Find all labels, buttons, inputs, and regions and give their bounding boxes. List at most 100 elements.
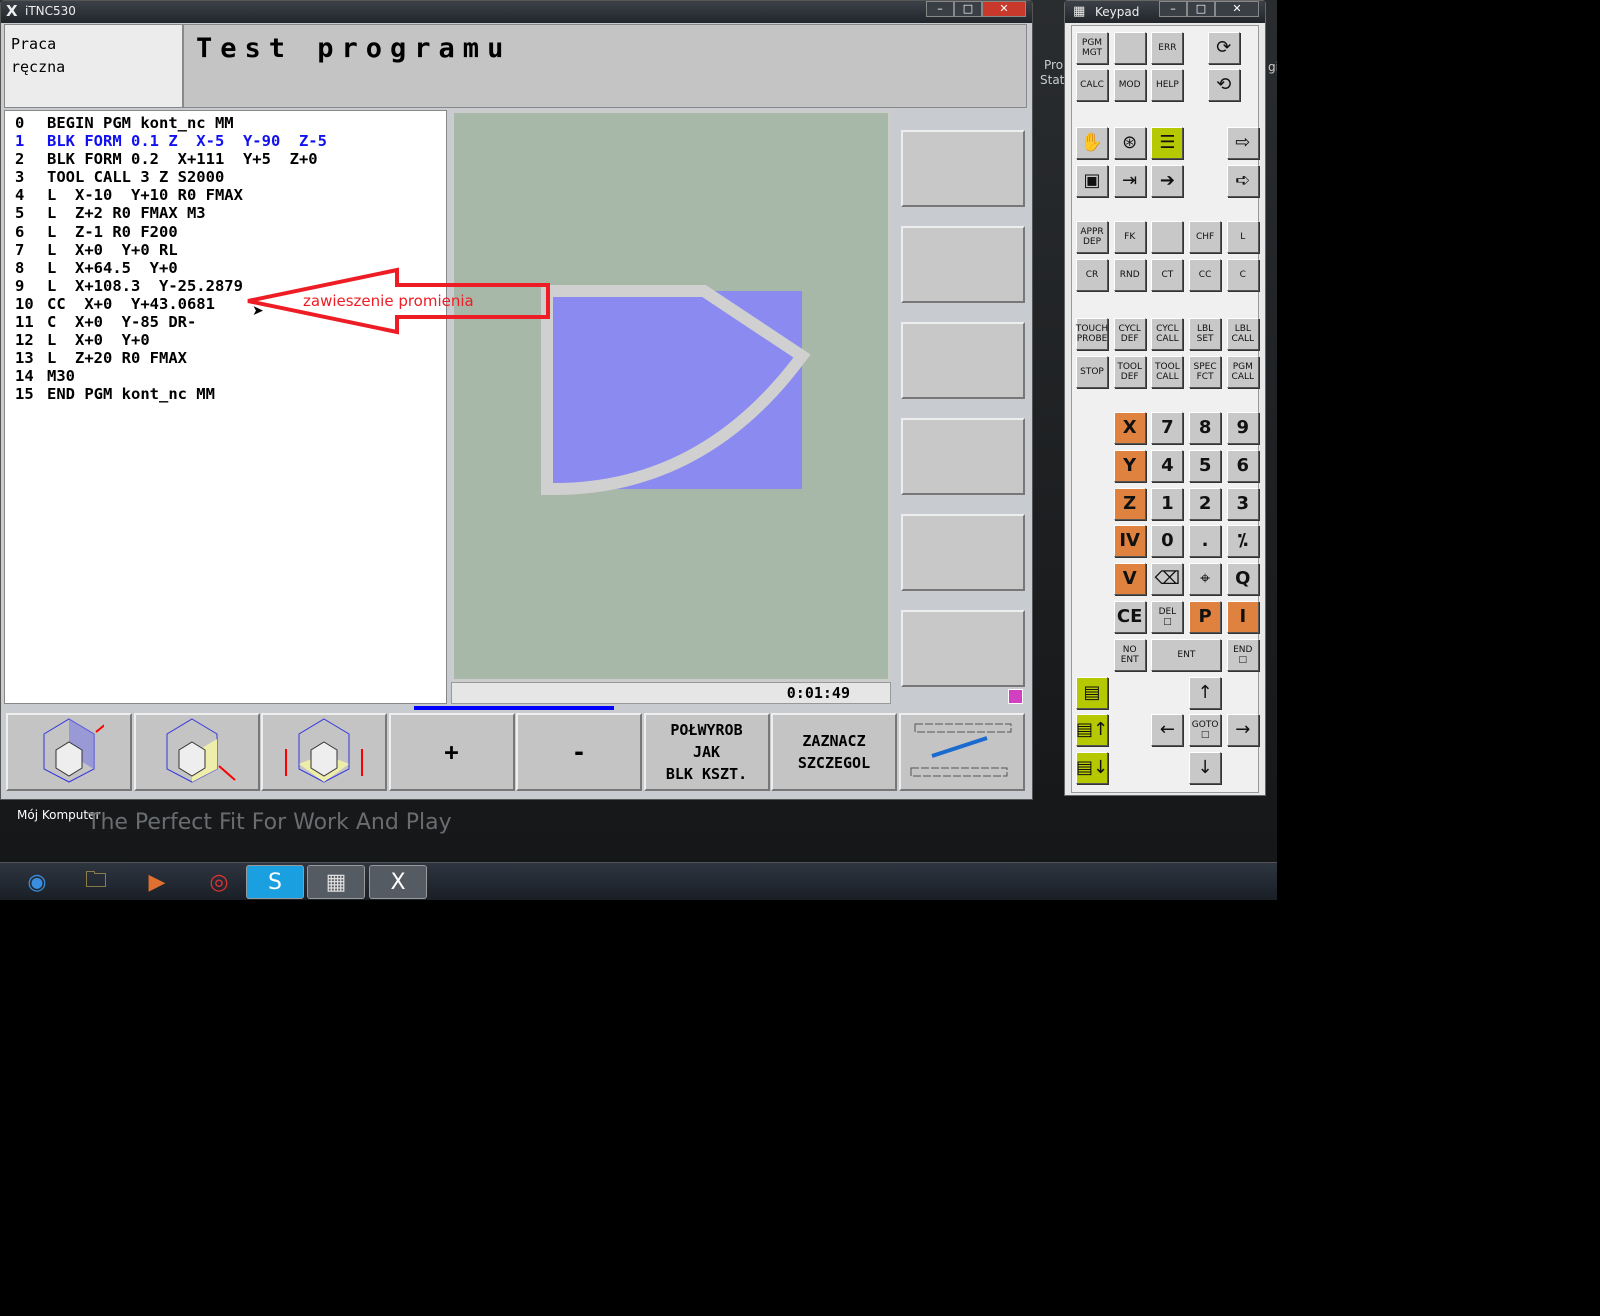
- vertical-softkey-2[interactable]: [901, 226, 1025, 303]
- key-cr[interactable]: CR: [1076, 259, 1108, 291]
- key-pgm-call[interactable]: PGM CALL: [1226, 356, 1259, 388]
- key-arrow-right[interactable]: →: [1226, 714, 1259, 746]
- key-0[interactable]: 0: [1151, 525, 1184, 557]
- key-chf[interactable]: CHF: [1189, 221, 1222, 253]
- program-line[interactable]: 2 BLK FORM 0.2 X+111 Y+5 Z+0: [15, 150, 446, 168]
- key-touch-probe[interactable]: TOUCH PROBE: [1076, 318, 1108, 350]
- key-ent[interactable]: ENT: [1151, 639, 1222, 671]
- key-arrow-down[interactable]: ↓: [1189, 752, 1222, 784]
- key-1[interactable]: 1: [1151, 488, 1184, 520]
- key-iv[interactable]: IV: [1113, 525, 1146, 557]
- program-listing[interactable]: 0 BEGIN PGM kont_nc MM 1 BLK FORM 0.1 Z X-5…: [4, 110, 447, 704]
- vertical-softkey-1[interactable]: [901, 130, 1025, 207]
- key-rnd[interactable]: RND: [1113, 259, 1146, 291]
- key-rotate-screen-alt[interactable]: ⟲: [1207, 69, 1240, 101]
- program-line[interactable]: 4 L X-10 Y+10 R0 FMAX: [15, 186, 446, 204]
- keypad-maximize-button[interactable]: □: [1187, 1, 1215, 17]
- close-button[interactable]: ✕: [982, 1, 1026, 17]
- key-ce[interactable]: CE: [1113, 601, 1146, 633]
- key-cycl-def[interactable]: CYCL DEF: [1113, 318, 1146, 350]
- key-arrow-left[interactable]: ←: [1151, 714, 1184, 746]
- key-fk[interactable]: FK: [1113, 221, 1146, 253]
- key-program-run[interactable]: ☰: [1151, 127, 1184, 159]
- maximize-button[interactable]: □: [954, 1, 982, 17]
- chrome-icon[interactable]: ◎: [190, 865, 248, 899]
- key-full-sequence[interactable]: ⇥: [1113, 165, 1146, 197]
- vertical-softkey-5[interactable]: [901, 514, 1025, 591]
- program-line[interactable]: 0 BEGIN PGM kont_nc MM: [15, 114, 446, 132]
- softkey-switch-icon[interactable]: [1008, 689, 1023, 704]
- key-mod[interactable]: MOD: [1113, 69, 1146, 101]
- key-pgm-mgt[interactable]: PGM MGT: [1076, 32, 1108, 64]
- key-spec-fct[interactable]: SPEC FCT: [1189, 356, 1222, 388]
- key-3[interactable]: 3: [1226, 488, 1259, 520]
- minimize-button[interactable]: –: [926, 1, 954, 17]
- machine-mode[interactable]: Praca ręczna: [4, 24, 183, 108]
- key-cycl-call[interactable]: CYCL CALL: [1151, 318, 1184, 350]
- media-player-icon[interactable]: ▶: [128, 865, 186, 899]
- key-manual-hand[interactable]: ✋: [1076, 127, 1108, 159]
- tnc-app-icon[interactable]: X: [369, 865, 427, 899]
- softkey-button[interactable]: +: [388, 713, 515, 791]
- key-page-down[interactable]: ▤↓: [1076, 752, 1108, 784]
- key-l[interactable]: L: [1226, 221, 1259, 253]
- explorer-icon[interactable]: 🗀: [67, 865, 125, 899]
- key-v[interactable]: V: [1113, 563, 1146, 595]
- key-y[interactable]: Y: [1113, 450, 1146, 482]
- key-stop[interactable]: STOP: [1076, 356, 1108, 388]
- softkey-button[interactable]: ZAZNACZ SZCZEGOL: [771, 713, 897, 791]
- key-4[interactable]: 4: [1151, 450, 1184, 482]
- keypad-title-bar[interactable]: ▦ Keypad – □ ✕: [1065, 1, 1265, 23]
- key-page-up[interactable]: ▤↑: [1076, 714, 1108, 746]
- key-appr-dep[interactable]: APPR DEP: [1076, 221, 1108, 253]
- key-lbl-set[interactable]: LBL SET: [1189, 318, 1222, 350]
- key-screen-layout[interactable]: ▤: [1076, 677, 1108, 709]
- key-blank[interactable]: [1151, 221, 1184, 253]
- key-end-[interactable]: END □: [1226, 639, 1259, 671]
- program-line[interactable]: 6 L Z-1 R0 F200: [15, 223, 446, 241]
- key-goto-[interactable]: GOTO □: [1189, 714, 1222, 746]
- program-line[interactable]: 15 END PGM kont_nc MM: [15, 385, 446, 403]
- key-p[interactable]: P: [1189, 601, 1222, 633]
- keypad-app-icon[interactable]: ▦: [307, 865, 365, 899]
- title-bar[interactable]: X iTNC530 – □ ✕: [1, 1, 1032, 23]
- key-rotate-screen[interactable]: ⟳: [1207, 32, 1240, 64]
- key-actual-position[interactable]: ⌖: [1189, 563, 1222, 595]
- program-line[interactable]: 1 BLK FORM 0.1 Z X-5 Y-90 Z-5: [15, 132, 446, 150]
- key-7[interactable]: 7: [1151, 412, 1184, 444]
- key--[interactable]: .: [1189, 525, 1222, 557]
- key-9[interactable]: 9: [1226, 412, 1259, 444]
- softkey-view-3d-cube-arrows[interactable]: [261, 713, 387, 791]
- key-8[interactable]: 8: [1189, 412, 1222, 444]
- key-i[interactable]: I: [1226, 601, 1259, 633]
- softkey-softkey-bar-switch[interactable]: [898, 713, 1025, 791]
- key-6[interactable]: 6: [1226, 450, 1259, 482]
- key-x[interactable]: X: [1113, 412, 1146, 444]
- key-ct[interactable]: CT: [1151, 259, 1184, 291]
- key-z[interactable]: Z: [1113, 488, 1146, 520]
- key-program-edit[interactable]: ⇨: [1226, 127, 1259, 159]
- key-calc[interactable]: CALC: [1076, 69, 1108, 101]
- key-backspace[interactable]: ⌫: [1151, 563, 1184, 595]
- vertical-softkey-6[interactable]: [901, 610, 1025, 687]
- program-line[interactable]: 3 TOOL CALL 3 Z S2000: [15, 168, 446, 186]
- key-lbl-call[interactable]: LBL CALL: [1226, 318, 1259, 350]
- softkey-view-3d-cube-yellow[interactable]: [133, 713, 260, 791]
- key-q[interactable]: Q: [1226, 563, 1259, 595]
- key-cc[interactable]: CC: [1189, 259, 1222, 291]
- vertical-softkey-3[interactable]: [901, 322, 1025, 399]
- key-err[interactable]: ERR: [1151, 32, 1184, 64]
- keypad-minimize-button[interactable]: –: [1159, 1, 1187, 17]
- key-handwheel[interactable]: ⊛: [1113, 127, 1146, 159]
- key-del-[interactable]: DEL □: [1151, 601, 1184, 633]
- key-single-block[interactable]: ▣: [1076, 165, 1108, 197]
- softkey-view-3d-cube[interactable]: [6, 713, 132, 791]
- key-blank[interactable]: [1113, 32, 1146, 64]
- program-line[interactable]: 13 L Z+20 R0 FMAX: [15, 349, 446, 367]
- program-line[interactable]: 7 L X+0 Y+0 RL: [15, 241, 446, 259]
- softkey-button[interactable]: -: [516, 713, 642, 791]
- skype-icon[interactable]: S: [246, 865, 304, 899]
- key-tool-def[interactable]: TOOL DEF: [1113, 356, 1146, 388]
- keypad-close-button[interactable]: ✕: [1215, 1, 1259, 17]
- key-2[interactable]: 2: [1189, 488, 1222, 520]
